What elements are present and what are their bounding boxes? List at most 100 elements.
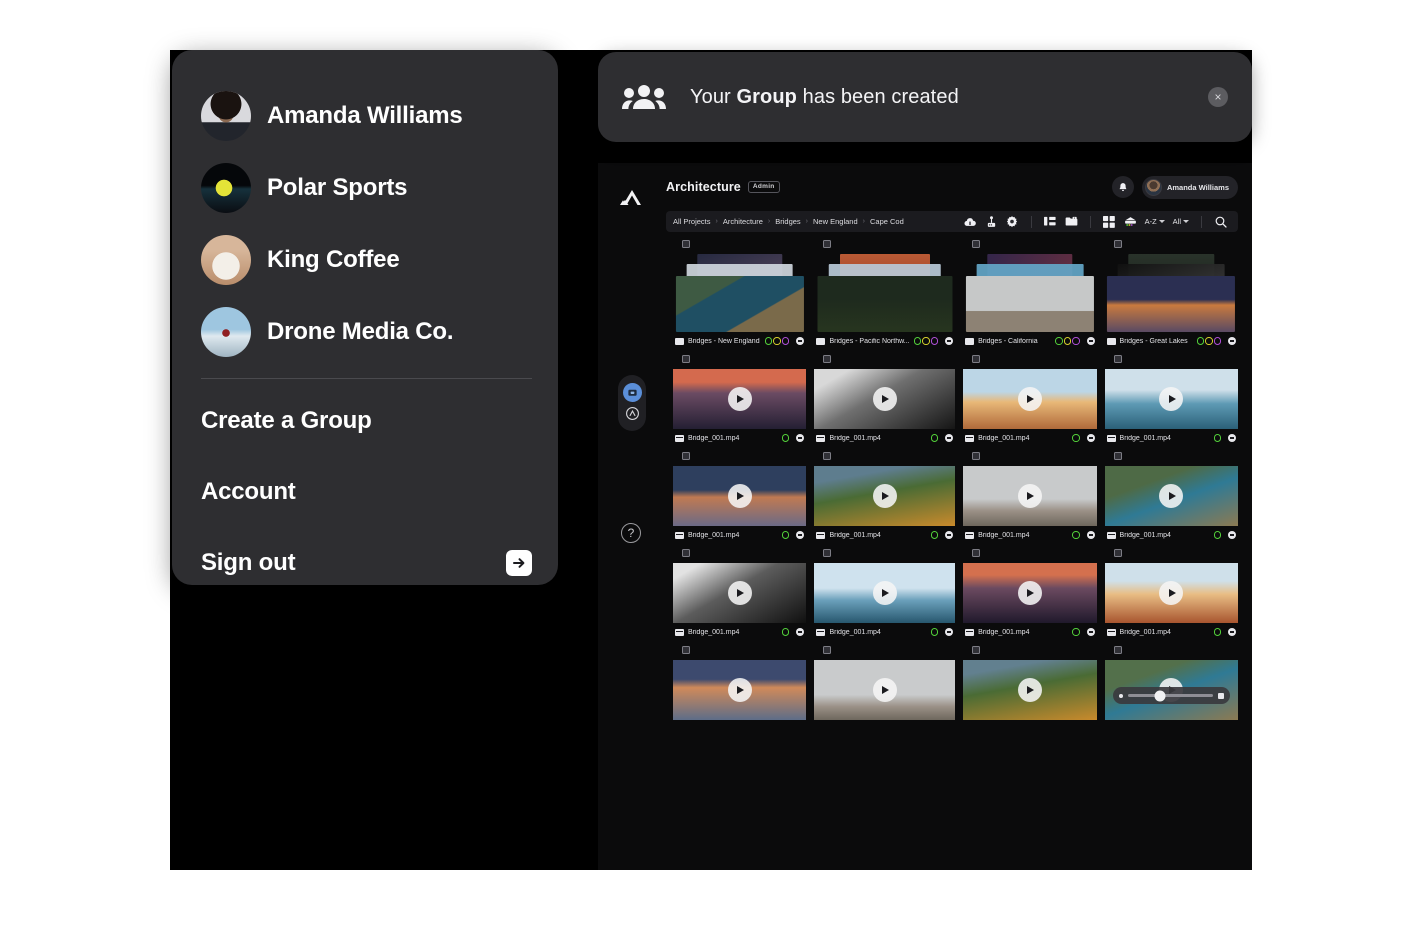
video-card[interactable]: Bridge_001.mp4 — [673, 452, 807, 539]
play-icon[interactable] — [872, 484, 897, 508]
play-icon[interactable] — [1017, 678, 1042, 702]
remove-icon[interactable] — [796, 531, 805, 539]
folder-card[interactable]: Bridges - Pacific Northw... — [814, 240, 955, 345]
select-checkbox[interactable] — [1113, 240, 1122, 248]
video-thumbnail[interactable] — [673, 466, 807, 526]
select-checkbox[interactable] — [972, 646, 981, 654]
select-checkbox[interactable] — [823, 355, 832, 363]
video-thumbnail[interactable] — [1104, 660, 1238, 720]
breadcrumb-item[interactable]: All Projects — [673, 217, 711, 226]
search-button[interactable] — [1214, 215, 1227, 228]
folder-card[interactable]: Bridges - California — [963, 240, 1096, 345]
menu-item-group[interactable]: Drone Media Co. — [201, 296, 532, 368]
share-node-icon[interactable] — [985, 215, 998, 228]
video-card[interactable]: Bridge_001.mp4 — [814, 452, 956, 539]
select-checkbox[interactable] — [972, 452, 981, 460]
remove-icon[interactable] — [1228, 434, 1236, 442]
select-checkbox[interactable] — [1113, 549, 1122, 557]
select-checkbox[interactable] — [682, 452, 690, 460]
breadcrumb-item[interactable]: New England — [813, 217, 858, 226]
select-checkbox[interactable] — [972, 240, 981, 248]
folder-card[interactable]: Bridges - Great Lakes — [1105, 240, 1238, 345]
play-icon[interactable] — [1159, 581, 1184, 605]
play-icon[interactable] — [727, 581, 752, 605]
video-thumbnail[interactable] — [963, 369, 1097, 429]
notifications-button[interactable] — [1111, 176, 1134, 198]
select-checkbox[interactable] — [682, 240, 690, 248]
select-checkbox[interactable] — [972, 549, 981, 557]
play-icon[interactable] — [727, 484, 752, 508]
video-card[interactable]: Bridge_001.mp4 — [963, 355, 1097, 442]
remove-icon[interactable] — [796, 337, 805, 345]
play-icon[interactable] — [1017, 581, 1042, 605]
play-icon[interactable] — [1159, 484, 1184, 508]
video-card[interactable] — [963, 646, 1097, 720]
select-checkbox[interactable] — [1113, 452, 1122, 460]
video-thumbnail[interactable] — [963, 563, 1097, 623]
video-thumbnail[interactable] — [814, 660, 956, 720]
menu-item-group[interactable]: Polar Sports — [201, 152, 532, 224]
user-chip[interactable]: Amanda Williams — [1141, 175, 1238, 199]
scrubber-knob[interactable] — [1154, 690, 1166, 701]
video-card[interactable] — [673, 646, 807, 720]
breadcrumb-item[interactable]: Cape Cod — [870, 217, 904, 226]
video-thumbnail[interactable] — [963, 466, 1097, 526]
breadcrumb-item[interactable]: Architecture — [723, 217, 763, 226]
play-icon[interactable] — [1017, 484, 1042, 508]
folder-tag-icon[interactable] — [1065, 215, 1078, 228]
remove-icon[interactable] — [945, 628, 954, 636]
play-icon[interactable] — [727, 387, 752, 411]
remove-icon[interactable] — [796, 434, 805, 442]
video-card[interactable] — [814, 646, 956, 720]
filter-stack-icon[interactable] — [1124, 215, 1137, 228]
select-checkbox[interactable] — [682, 646, 690, 654]
select-checkbox[interactable] — [823, 549, 832, 557]
grid-view-icon[interactable] — [1103, 215, 1116, 228]
tree-view-icon[interactable] — [1044, 215, 1057, 228]
remove-icon[interactable] — [1086, 628, 1095, 636]
video-thumbnail[interactable] — [673, 660, 807, 720]
remove-icon[interactable] — [945, 337, 954, 345]
remove-icon[interactable] — [1228, 337, 1236, 345]
remove-icon[interactable] — [945, 434, 954, 442]
video-card[interactable]: Bridge_001.mp4 — [1104, 355, 1238, 442]
remove-icon[interactable] — [1086, 434, 1095, 442]
play-icon[interactable] — [872, 387, 897, 411]
menu-item-group[interactable]: King Coffee — [201, 224, 532, 296]
folder-card[interactable]: Bridges - New England — [673, 240, 806, 345]
video-card[interactable]: Bridge_001.mp4 — [1104, 549, 1238, 636]
play-icon[interactable] — [1017, 387, 1042, 411]
video-card[interactable]: Bridge_001.mp4 — [963, 549, 1097, 636]
scrubber-track[interactable] — [1127, 690, 1213, 701]
remove-icon[interactable] — [796, 628, 805, 636]
video-card[interactable]: Bridge_001.mp4 — [814, 355, 956, 442]
select-checkbox[interactable] — [972, 355, 981, 363]
sort-dropdown[interactable]: A-Z — [1145, 217, 1165, 226]
video-thumbnail[interactable] — [1104, 466, 1238, 526]
remove-icon[interactable] — [945, 531, 954, 539]
sidebar-item-projects[interactable] — [622, 383, 642, 402]
select-checkbox[interactable] — [823, 646, 832, 654]
play-icon[interactable] — [872, 581, 897, 605]
video-card[interactable]: Bridge_001.mp4 — [673, 355, 807, 442]
play-icon[interactable] — [1159, 387, 1184, 411]
play-icon[interactable] — [727, 678, 752, 702]
video-thumbnail[interactable] — [673, 563, 807, 623]
video-card[interactable]: Bridge_001.mp4 — [814, 549, 956, 636]
select-checkbox[interactable] — [682, 549, 690, 557]
remove-icon[interactable] — [1228, 628, 1236, 636]
video-thumbnail[interactable] — [814, 563, 956, 623]
filter-dropdown[interactable]: All — [1173, 217, 1189, 226]
video-card[interactable]: Bridge_001.mp4 — [963, 452, 1097, 539]
menu-item-group[interactable]: Amanda Williams — [201, 80, 532, 152]
remove-icon[interactable] — [1228, 531, 1236, 539]
select-checkbox[interactable] — [682, 355, 690, 363]
video-scrubber[interactable] — [1112, 687, 1230, 704]
video-thumbnail[interactable] — [814, 369, 956, 429]
video-thumbnail[interactable] — [814, 466, 956, 526]
video-thumbnail[interactable] — [963, 660, 1097, 720]
video-card[interactable]: Bridge_001.mp4 — [1104, 452, 1238, 539]
breadcrumb-item[interactable]: Bridges — [775, 217, 800, 226]
video-card[interactable] — [1104, 646, 1238, 720]
select-checkbox[interactable] — [1113, 646, 1122, 654]
